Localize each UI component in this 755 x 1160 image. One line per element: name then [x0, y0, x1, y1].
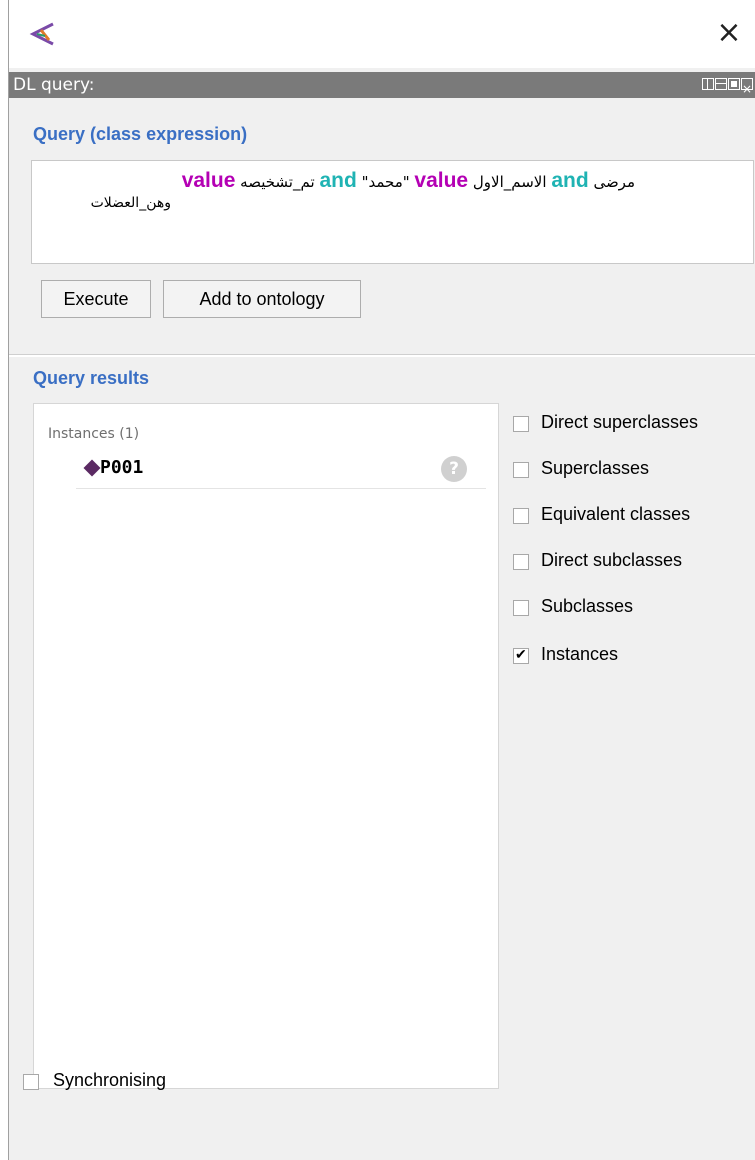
option-label: Direct superclasses: [541, 412, 699, 432]
query-line-1: مرضى and الاسم_الاول value "محمد" and تم…: [182, 169, 635, 193]
option-label: Direct subclasses: [541, 550, 683, 570]
expression-term: "محمد": [361, 173, 410, 191]
split-vertical-icon[interactable]: [702, 78, 714, 90]
option-label: Superclasses: [541, 458, 650, 478]
query-expression-editor[interactable]: مرضى and الاسم_الاول value "محمد" and تم…: [31, 160, 754, 264]
expression-term: الاسم_الاول: [472, 173, 547, 191]
option-label: Equivalent classes: [541, 504, 691, 524]
instance-name: P001: [100, 457, 144, 478]
instances-header: Instances (1): [48, 426, 140, 442]
synchronising-checkbox[interactable]: [23, 1074, 39, 1090]
keyword-value: value: [181, 169, 236, 192]
synchronising-label: Synchronising: [53, 1070, 167, 1090]
individual-icon: [83, 459, 101, 477]
panel-controls: [702, 76, 753, 102]
keyword-value: value: [414, 169, 469, 192]
instance-row[interactable]: P001 ?: [76, 448, 486, 489]
section-divider: [9, 354, 755, 357]
option-label: Subclasses: [541, 596, 634, 616]
keyword-and: and: [551, 169, 589, 192]
query-line-2: وهن_العضلات: [90, 195, 171, 211]
maximize-icon[interactable]: [728, 78, 740, 90]
instances-checkbox[interactable]: [513, 646, 529, 664]
superclasses-checkbox[interactable]: [513, 462, 529, 478]
close-icon[interactable]: ×: [714, 18, 744, 48]
query-results-list: Instances (1) P001 ?: [33, 403, 499, 1089]
equivalent-classes-checkbox[interactable]: [513, 508, 529, 524]
execute-button[interactable]: Execute: [41, 280, 151, 318]
direct-subclasses-checkbox[interactable]: [513, 554, 529, 570]
close-panel-icon[interactable]: [741, 76, 753, 102]
expression-term: مرضى: [593, 173, 635, 191]
protege-logo-icon: [29, 22, 54, 46]
help-icon[interactable]: ?: [441, 456, 467, 482]
panel-title: DL query:: [13, 75, 95, 95]
expression-term: تم_تشخيصه: [240, 173, 315, 191]
keyword-and: and: [319, 169, 357, 192]
add-to-ontology-button[interactable]: Add to ontology: [163, 280, 361, 318]
direct-superclasses-checkbox[interactable]: [513, 416, 529, 432]
subclasses-checkbox[interactable]: [513, 600, 529, 616]
dl-query-window: × DL query: Query (class expression) مرض…: [8, 0, 755, 1160]
option-label: Instances: [541, 644, 619, 664]
query-section-title: Query (class expression): [33, 124, 248, 144]
split-horizontal-icon[interactable]: [715, 78, 727, 90]
panel-header: DL query:: [9, 72, 755, 102]
window-titlebar: ×: [9, 0, 755, 68]
results-section-title: Query results: [33, 368, 150, 388]
